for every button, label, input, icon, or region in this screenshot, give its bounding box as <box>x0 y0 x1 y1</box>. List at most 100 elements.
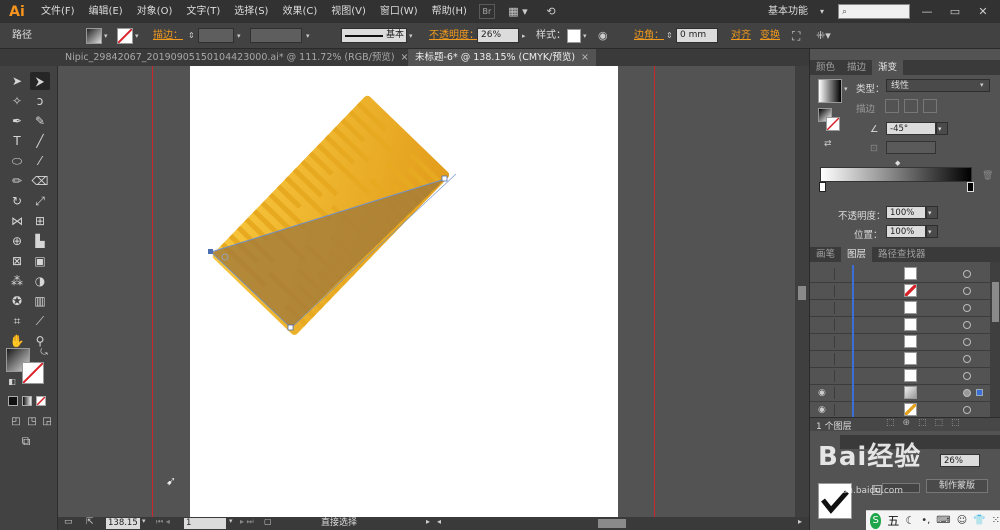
vertical-scroll-thumb[interactable] <box>798 286 806 300</box>
target-circle-icon[interactable] <box>963 338 971 346</box>
visibility-eye-icon[interactable] <box>818 354 828 364</box>
selection-indicator[interactable] <box>976 389 983 396</box>
document-tab-nipic[interactable]: Nipic_29842067_20190905150104423000.ai* … <box>58 49 416 66</box>
default-colors-icon[interactable]: ◧ <box>2 372 22 390</box>
make-mask-button[interactable]: 制作蒙版 <box>926 479 988 493</box>
chevron-down-icon[interactable]: ▾ <box>409 23 413 49</box>
chevron-down-icon[interactable]: ▾ <box>237 23 241 49</box>
scroll-right-icon[interactable]: ▸ <box>798 517 802 526</box>
tab-stroke[interactable]: 描边 <box>841 60 872 75</box>
stroke-swatch[interactable] <box>117 28 133 44</box>
delete-stop-icon[interactable]: 🗑 <box>982 171 993 181</box>
target-circle-icon[interactable] <box>963 287 971 295</box>
layer-row[interactable] <box>810 350 990 368</box>
chevron-down-icon[interactable]: ▾ <box>926 206 938 219</box>
magic-wand-tool-icon[interactable]: ✧ <box>7 92 27 110</box>
visibility-eye-icon[interactable] <box>818 337 828 347</box>
pen-tool-icon[interactable]: ✒ <box>7 112 27 130</box>
ruler-artwork[interactable] <box>58 66 809 517</box>
curvature-tool-icon[interactable]: ✎ <box>30 112 50 130</box>
corner-label[interactable]: 边角： <box>634 23 664 49</box>
blend-tool-icon[interactable]: ◑ <box>30 272 50 290</box>
menu-effect[interactable]: 效果(C) <box>275 0 324 23</box>
menu-help[interactable]: 帮助(H) <box>425 0 474 23</box>
bridge-button[interactable]: Br <box>478 4 495 19</box>
anchor-point[interactable] <box>208 249 213 254</box>
tab-layers[interactable]: 图层 <box>841 247 873 262</box>
lock-toggle[interactable] <box>834 268 842 280</box>
share-icon[interactable]: ⇱ <box>86 517 94 527</box>
lock-toggle[interactable] <box>834 319 842 331</box>
none-mode-button[interactable] <box>36 396 46 406</box>
chevron-down-icon[interactable]: ▾ <box>135 23 139 49</box>
menu-view[interactable]: 视图(V) <box>324 0 373 23</box>
slice-tool-icon[interactable]: ⟋ <box>30 312 50 330</box>
horizontal-scroll-thumb[interactable] <box>598 519 626 528</box>
target-circle-icon[interactable] <box>963 406 971 414</box>
skin-icon[interactable]: 👕 <box>973 515 985 526</box>
last-page-icon[interactable]: ▸ ⏭ <box>240 517 254 527</box>
help-search-input[interactable]: ⌕ <box>838 4 910 19</box>
align-link[interactable]: 对齐 <box>731 23 751 49</box>
stroke-stepper-icon[interactable]: ⇕ <box>188 23 195 49</box>
pencil-tool-icon[interactable]: ✏ <box>7 172 27 190</box>
layer-thumbnail[interactable] <box>904 335 917 348</box>
stroke-profile-dropdown[interactable]: 基本 <box>341 28 407 43</box>
lock-toggle[interactable] <box>834 285 842 297</box>
lock-toggle[interactable] <box>834 387 842 399</box>
reverse-gradient-icon[interactable]: ⇄ <box>824 139 832 149</box>
chevron-down-icon[interactable]: ▾ <box>306 23 310 49</box>
gradient-stop-right[interactable] <box>967 182 974 192</box>
eyedropper-tool-icon[interactable]: ⁂ <box>7 272 27 290</box>
transform-link[interactable]: 变换 <box>760 23 780 49</box>
chevron-down-icon[interactable]: ▾ <box>980 79 984 92</box>
aspect-ratio-field[interactable] <box>886 141 936 154</box>
zoom-level-field[interactable]: 138.15 <box>106 518 140 529</box>
arrange-documents-icon[interactable]: ▦ ▾ <box>505 4 531 19</box>
color-mode-button[interactable] <box>8 396 18 406</box>
layer-footer-icons[interactable]: ⬚⊕⬚⬚⬚ <box>886 418 968 428</box>
ime-mode-label[interactable]: 五 <box>887 512 899 529</box>
recolor-artwork-icon[interactable]: ◉ <box>598 23 608 49</box>
status-menu-icon[interactable]: ▸ <box>426 517 430 526</box>
menu-window[interactable]: 窗口(W) <box>373 0 425 23</box>
stroke-color-box[interactable] <box>22 362 44 384</box>
gradient-tool-icon[interactable]: ▣ <box>30 252 50 270</box>
layer-row[interactable] <box>810 316 990 334</box>
layer-row[interactable] <box>810 333 990 351</box>
menu-object[interactable]: 对象(O) <box>130 0 180 23</box>
lock-toggle[interactable] <box>834 336 842 348</box>
stroke-within-icon[interactable] <box>885 99 899 113</box>
layer-row[interactable] <box>810 282 990 300</box>
workspace-switcher[interactable]: 基本功能 <box>768 0 808 23</box>
stroke-mini-swatch[interactable] <box>826 117 840 131</box>
layers-scrollbar[interactable] <box>990 262 1000 417</box>
stop-opacity-field[interactable]: 100% <box>886 206 926 219</box>
shape-builder-tool-icon[interactable]: ⊕ <box>7 232 27 250</box>
selection-tool-icon[interactable]: ➤ <box>7 72 27 90</box>
lock-toggle[interactable] <box>834 302 842 314</box>
gpu-performance-icon[interactable]: ⟲ <box>541 4 561 19</box>
draw-inside-icon[interactable]: ◲ <box>37 412 57 430</box>
menu-edit[interactable]: 编辑(E) <box>82 0 130 23</box>
moon-icon[interactable]: ☾ <box>905 514 915 527</box>
panel-menu-icon[interactable]: ⁜▾ <box>816 23 831 49</box>
visibility-eye-icon[interactable]: ◉ <box>818 388 828 398</box>
minimize-window-button[interactable]: — <box>914 0 940 23</box>
rotate-tool-icon[interactable]: ↻ <box>7 192 27 210</box>
document-tab-untitled[interactable]: 未标题-6* @ 138.15% (CMYK/预览) × <box>408 49 596 66</box>
vertical-scrollbar[interactable] <box>795 66 809 517</box>
layer-thumbnail[interactable] <box>904 403 917 416</box>
menu-type[interactable]: 文字(T) <box>179 0 227 23</box>
visibility-eye-icon[interactable]: ◉ <box>818 405 828 415</box>
chevron-down-icon[interactable]: ▾ <box>229 517 233 525</box>
symbol-sprayer-tool-icon[interactable]: ✪ <box>7 292 27 310</box>
canvas-area[interactable]: ➹ <box>58 66 809 517</box>
user-icon[interactable]: ☺ <box>957 515 967 526</box>
transparency-opacity-field[interactable]: 26% <box>940 454 980 467</box>
target-circle-icon[interactable] <box>963 372 971 380</box>
chevron-right-icon[interactable]: ▸ <box>522 23 526 49</box>
perspective-grid-tool-icon[interactable]: ▙ <box>30 232 50 250</box>
doc-info-icon[interactable]: ▢ <box>264 517 272 526</box>
direct-selection-tool-icon[interactable]: ⮞ <box>30 72 50 90</box>
